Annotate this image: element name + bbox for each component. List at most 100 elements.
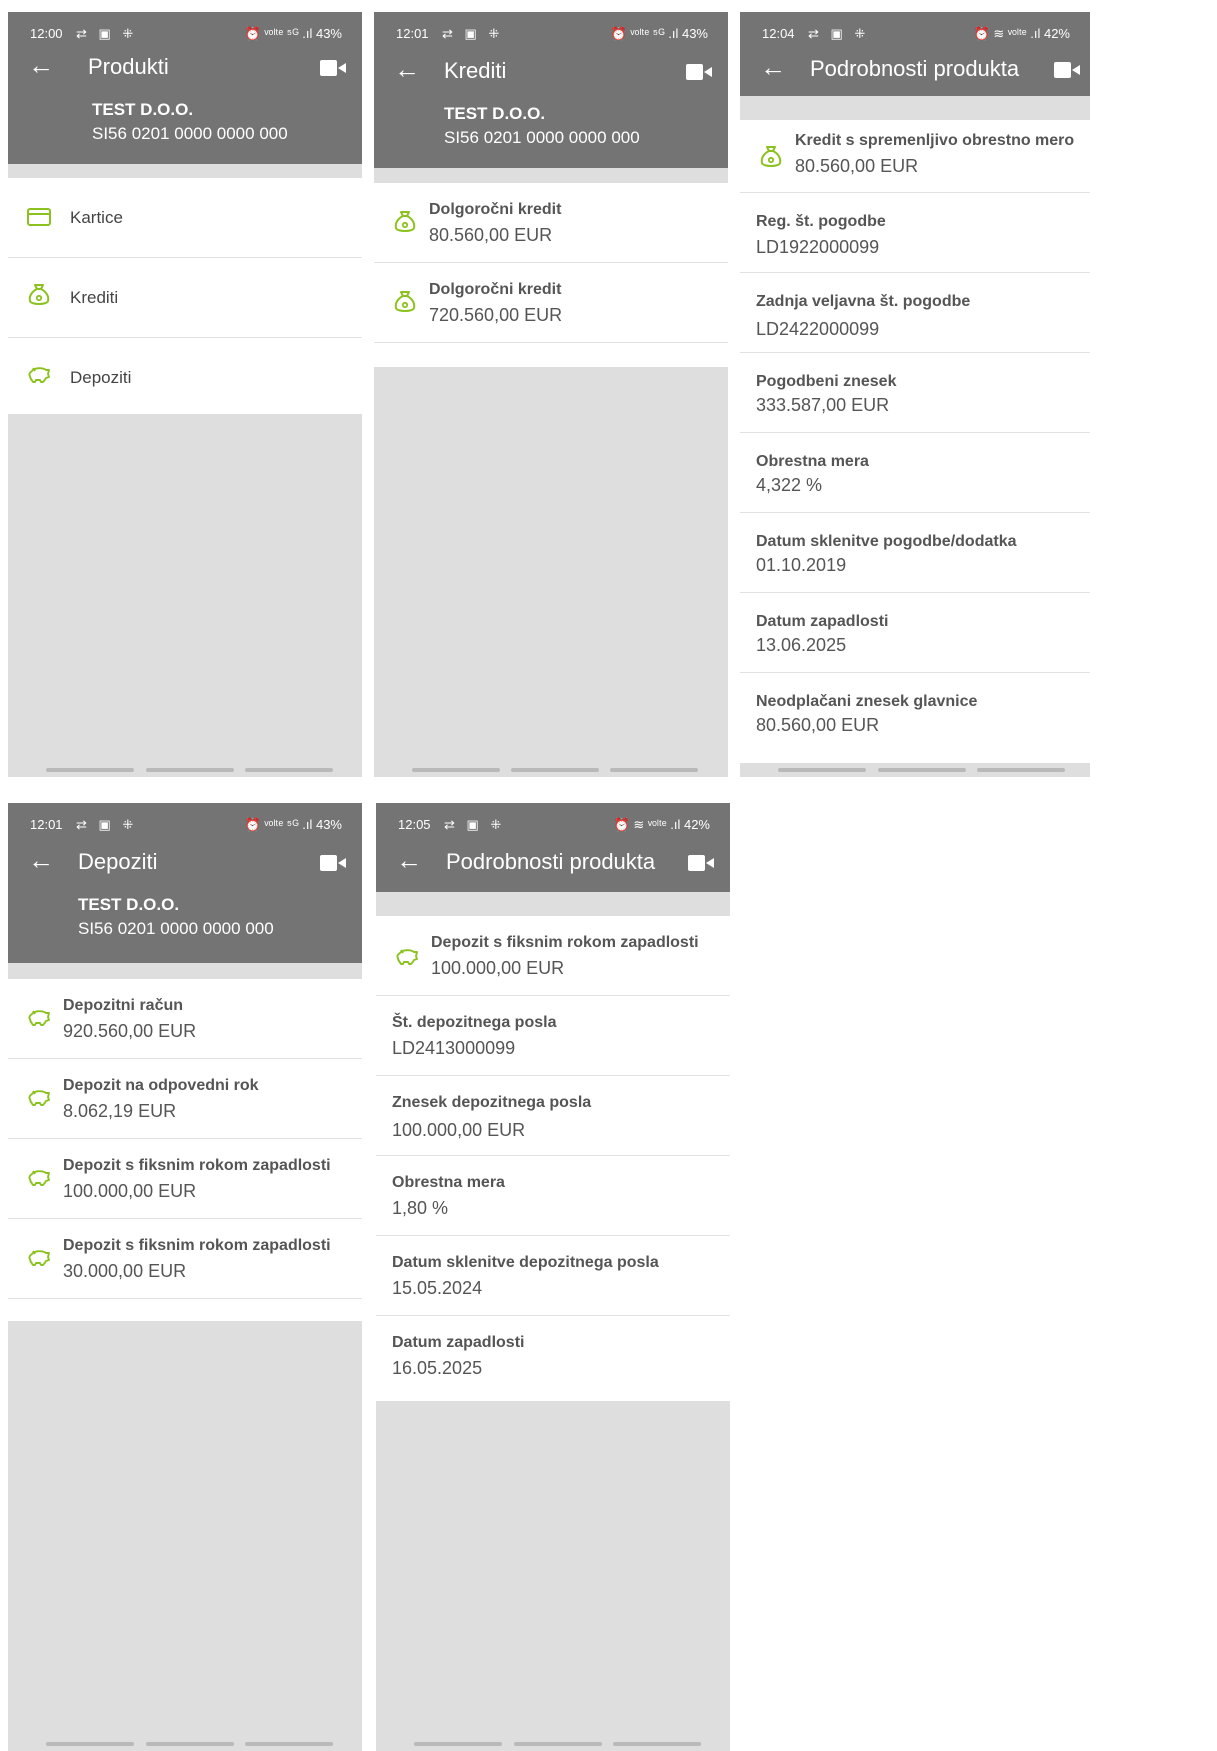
deposit-item[interactable]: Depozit na odpovedni rok 8.062,19 EUR bbox=[8, 1059, 362, 1139]
detail-value: 16.05.2025 bbox=[392, 1358, 483, 1378]
detail-label: Znesek depozitnega posla bbox=[392, 1094, 592, 1111]
company-name: TEST D.O.O. bbox=[78, 895, 180, 914]
status-left-icons: ⇄ ▣ ⁜ bbox=[76, 817, 138, 832]
money-bag-icon bbox=[392, 209, 418, 235]
status-left-icons: ⇄ ▣ ⁜ bbox=[442, 26, 504, 41]
deposit-item[interactable]: Depozitni račun 920.560,00 EUR bbox=[8, 979, 362, 1059]
video-camera-icon[interactable] bbox=[320, 60, 346, 76]
detail-label: Datum sklenitve pogodbe/dodatka bbox=[756, 533, 1017, 550]
empty-area bbox=[374, 367, 728, 777]
back-arrow-icon[interactable]: ← bbox=[760, 52, 786, 82]
screen-depoziti: 12:01 ⇄ ▣ ⁜ ⏰ ᵛᵒˡᵗᵉ ⁵ᴳ .ıl 43% ← Depozit… bbox=[8, 803, 362, 1751]
menu-item-label: Depoziti bbox=[70, 368, 132, 387]
video-camera-icon[interactable] bbox=[688, 855, 714, 871]
status-time: 12:00 bbox=[30, 26, 63, 41]
page-title: Podrobnosti produkta bbox=[446, 849, 656, 874]
back-arrow-icon[interactable]: ← bbox=[396, 845, 422, 875]
nav-bar bbox=[740, 763, 1090, 777]
detail-row: Datum zapadlosti 16.05.2025 bbox=[376, 1316, 730, 1395]
detail-value: 100.000,00 EUR bbox=[392, 1120, 526, 1140]
page-title: Produkti bbox=[88, 54, 169, 79]
piggy-bank-icon bbox=[26, 362, 52, 388]
detail-value: 333.587,00 EUR bbox=[756, 395, 890, 415]
detail-value: 4,322 % bbox=[756, 475, 823, 495]
detail-label: Obrestna mera bbox=[392, 1174, 505, 1191]
screen-deposit-details: 12:05 ⇄ ▣ ⁜ ⏰ ≋ ᵛᵒˡᵗᵉ .ıl 42% ← Podrobno… bbox=[376, 803, 730, 1751]
detail-label: Reg. št. pogodbe bbox=[756, 213, 886, 230]
app-header: 12:05 ⇄ ▣ ⁜ ⏰ ≋ ᵛᵒˡᵗᵉ .ıl 42% ← Podrobno… bbox=[376, 803, 730, 892]
piggy-bank-icon bbox=[26, 1085, 52, 1111]
detail-label: Zadnja veljavna št. pogodbe bbox=[756, 293, 971, 310]
card-icon bbox=[26, 204, 52, 230]
product-summary: Depozit s fiksnim rokom zapadlosti 100.0… bbox=[376, 916, 730, 996]
back-arrow-icon[interactable]: ← bbox=[28, 50, 54, 80]
detail-value: 15.05.2024 bbox=[392, 1278, 483, 1298]
deposit-item[interactable]: Depozit s fiksnim rokom zapadlosti 100.0… bbox=[8, 1139, 362, 1219]
loan-amount: 80.560,00 EUR bbox=[429, 225, 553, 245]
nav-bar bbox=[8, 763, 362, 777]
product-amount: 80.560,00 EUR bbox=[795, 156, 919, 176]
nav-bar bbox=[376, 1737, 730, 1751]
menu-item-depoziti[interactable]: Depoziti bbox=[8, 338, 362, 418]
back-arrow-icon[interactable]: ← bbox=[28, 845, 54, 875]
money-bag-icon bbox=[392, 289, 418, 315]
detail-row: Obrestna mera 1,80 % bbox=[376, 1156, 730, 1236]
loan-item[interactable]: Dolgoročni kredit 80.560,00 EUR bbox=[374, 183, 728, 263]
app-header: 12:01 ⇄ ▣ ⁜ ⏰ ᵛᵒˡᵗᵉ ⁵ᴳ .ıl 43% ← Depozit… bbox=[8, 803, 362, 963]
video-camera-icon[interactable] bbox=[1054, 62, 1080, 78]
piggy-bank-icon bbox=[394, 944, 420, 970]
deposit-name: Depozit s fiksnim rokom zapadlosti bbox=[63, 1157, 331, 1174]
company-iban: SI56 0201 0000 0000 000 bbox=[78, 919, 274, 938]
video-camera-icon[interactable] bbox=[686, 64, 712, 80]
detail-row: Pogodbeni znesek 333.587,00 EUR bbox=[740, 353, 1090, 433]
menu-item-krediti[interactable]: Krediti bbox=[8, 258, 362, 338]
divider bbox=[376, 892, 730, 916]
detail-label: Pogodbeni znesek bbox=[756, 373, 897, 390]
video-camera-icon[interactable] bbox=[320, 855, 346, 871]
loan-item[interactable]: Dolgoročni kredit 720.560,00 EUR bbox=[374, 263, 728, 343]
detail-value: 01.10.2019 bbox=[756, 555, 847, 575]
divider bbox=[740, 96, 1090, 120]
detail-label: Datum sklenitve depozitnega posla bbox=[392, 1254, 659, 1271]
money-bag-icon bbox=[758, 144, 784, 170]
product-name: Depozit s fiksnim rokom zapadlosti bbox=[431, 934, 699, 951]
loan-name: Dolgoročni kredit bbox=[429, 201, 562, 218]
company-info: TEST D.O.O. SI56 0201 0000 0000 000 bbox=[374, 96, 728, 168]
status-time: 12:01 bbox=[30, 817, 63, 832]
page-title: Depoziti bbox=[78, 849, 158, 874]
deposit-name: Depozit na odpovedni rok bbox=[63, 1077, 259, 1094]
product-name: Kredit s spremenljivo obrestno mero bbox=[795, 132, 1075, 149]
deposit-amount: 100.000,00 EUR bbox=[63, 1181, 197, 1201]
company-iban: SI56 0201 0000 0000 000 bbox=[444, 128, 640, 147]
piggy-bank-icon bbox=[26, 1165, 52, 1191]
menu-item-label: Kartice bbox=[70, 208, 123, 227]
status-left-icons: ⇄ ▣ ⁜ bbox=[808, 26, 870, 41]
status-left-icons: ⇄ ▣ ⁜ bbox=[444, 817, 506, 832]
detail-row: Neodplačani znesek glavnice 80.560,00 EU… bbox=[740, 673, 1090, 752]
detail-value: 13.06.2025 bbox=[756, 635, 847, 655]
detail-row: Št. depozitnega posla LD2413000099 bbox=[376, 996, 730, 1076]
divider bbox=[374, 168, 728, 183]
app-header: 12:01 ⇄ ▣ ⁜ ⏰ ᵛᵒˡᵗᵉ ⁵ᴳ .ıl 43% ← Krediti… bbox=[374, 12, 728, 168]
back-arrow-icon[interactable]: ← bbox=[394, 54, 420, 84]
company-name: TEST D.O.O. bbox=[444, 104, 546, 123]
page-title: Podrobnosti produkta bbox=[810, 56, 1020, 81]
menu-item-kartice[interactable]: Kartice bbox=[8, 178, 362, 258]
status-right-icons: ⏰ ᵛᵒˡᵗᵉ ⁵ᴳ .ıl 43% bbox=[610, 26, 708, 41]
detail-row: Zadnja veljavna št. pogodbe LD2422000099 bbox=[740, 273, 1090, 353]
empty-area bbox=[8, 414, 362, 777]
loan-amount: 720.560,00 EUR bbox=[429, 305, 563, 325]
detail-value: LD2422000099 bbox=[756, 319, 880, 339]
detail-label: Datum zapadlosti bbox=[756, 613, 889, 630]
empty-area bbox=[376, 1401, 730, 1751]
company-name: TEST D.O.O. bbox=[92, 100, 194, 119]
company-info: TEST D.O.O. SI56 0201 0000 0000 000 bbox=[8, 887, 362, 963]
loan-name: Dolgoročni kredit bbox=[429, 281, 562, 298]
detail-row: Reg. št. pogodbe LD1922000099 bbox=[740, 193, 1090, 273]
menu-item-label: Krediti bbox=[70, 288, 119, 307]
deposit-item[interactable]: Depozit s fiksnim rokom zapadlosti 30.00… bbox=[8, 1219, 362, 1299]
product-summary: Kredit s spremenljivo obrestno mero 80.5… bbox=[740, 120, 1090, 193]
app-header: 12:00 ⇄ ▣ ⁜ ⏰ ᵛᵒˡᵗᵉ ⁵ᴳ .ıl 43% ← Produkt… bbox=[8, 12, 362, 164]
app-header: 12:04 ⇄ ▣ ⁜ ⏰ ≋ ᵛᵒˡᵗᵉ .ıl 42% ← Podrobno… bbox=[740, 12, 1090, 96]
status-right-icons: ⏰ ᵛᵒˡᵗᵉ ⁵ᴳ .ıl 43% bbox=[244, 26, 342, 41]
